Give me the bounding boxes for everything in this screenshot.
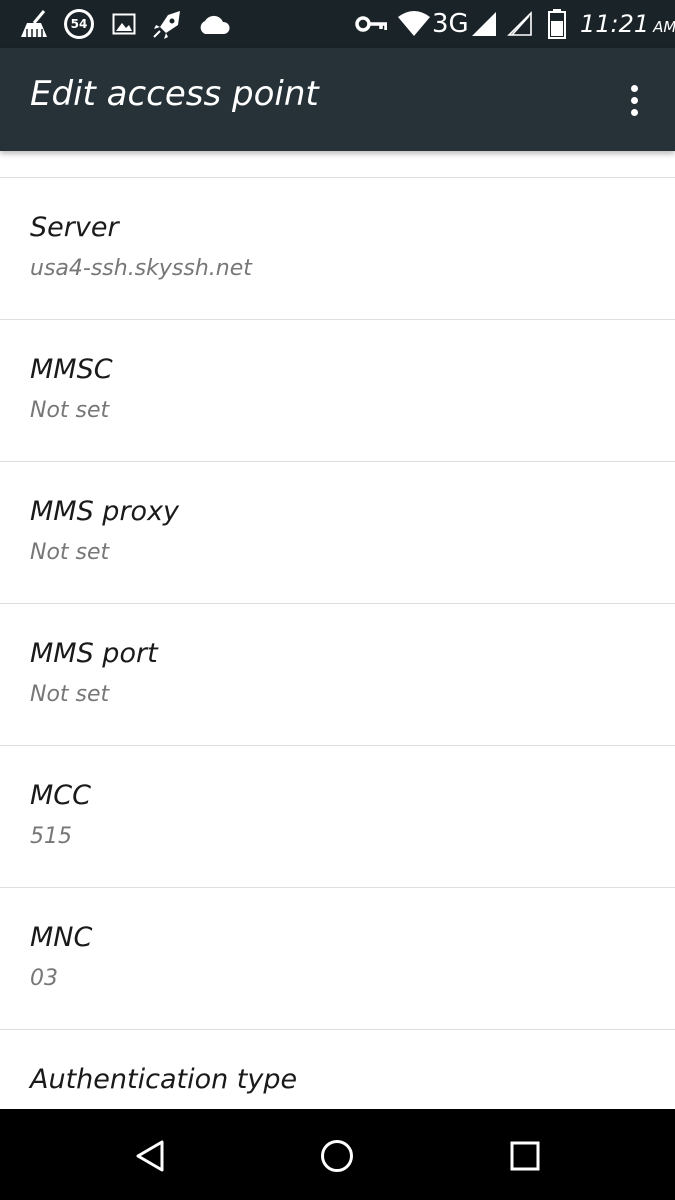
clock-time: 11:21 (580, 10, 650, 38)
setting-title: MCC (30, 780, 92, 811)
cloud-icon (196, 6, 232, 42)
list-item-previous[interactable] (0, 151, 675, 178)
setting-title: MNC (30, 922, 93, 953)
wifi-icon (396, 6, 432, 42)
notification-count-icon: 54 (62, 6, 96, 42)
setting-value: Not set (30, 540, 110, 565)
clock-ampm: AM (653, 18, 675, 36)
rocket-icon (150, 6, 186, 42)
settings-list: Server usa4-ssh.skyssh.net MMSC Not set … (0, 151, 675, 1109)
setting-value: Not set (30, 398, 110, 423)
setting-value: usa4-ssh.skyssh.net (30, 256, 252, 281)
image-icon (110, 6, 138, 42)
clock: 11:21 AM (580, 6, 675, 42)
menu-dot (630, 108, 638, 116)
setting-title: Server (30, 212, 119, 243)
cleaner-icon (16, 6, 52, 42)
setting-value: Not set (30, 682, 110, 707)
setting-server[interactable]: Server usa4-ssh.skyssh.net (0, 178, 675, 320)
home-icon[interactable] (312, 1131, 362, 1181)
app-bar: Edit access point (0, 48, 675, 151)
setting-mmsc[interactable]: MMSC Not set (0, 320, 675, 462)
setting-authentication-type[interactable]: Authentication type (0, 1030, 675, 1109)
setting-title: Authentication type (30, 1064, 298, 1095)
setting-mcc[interactable]: MCC 515 (0, 746, 675, 888)
setting-title: MMSC (30, 354, 113, 385)
setting-value: 03 (30, 966, 58, 991)
signal-icon (470, 6, 498, 42)
setting-mnc[interactable]: MNC 03 (0, 888, 675, 1030)
network-type-label: 3G (432, 9, 469, 39)
notification-count: 54 (67, 12, 91, 36)
setting-mms-port[interactable]: MMS port Not set (0, 604, 675, 746)
vpn-key-icon (354, 6, 388, 42)
recents-icon[interactable] (500, 1131, 550, 1181)
menu-dot (630, 96, 638, 104)
status-bar: 54 3G 11:21 AM (0, 0, 675, 48)
setting-title: MMS port (30, 638, 158, 669)
signal-empty-icon (506, 6, 534, 42)
setting-mms-proxy[interactable]: MMS proxy Not set (0, 462, 675, 604)
navigation-bar (0, 1109, 675, 1200)
back-icon[interactable] (125, 1131, 175, 1181)
menu-dot (630, 84, 638, 92)
more-vert-icon[interactable] (612, 78, 656, 122)
page-title: Edit access point (30, 74, 319, 114)
battery-icon (546, 6, 568, 42)
setting-title: MMS proxy (30, 496, 180, 527)
setting-value: 515 (30, 824, 72, 849)
